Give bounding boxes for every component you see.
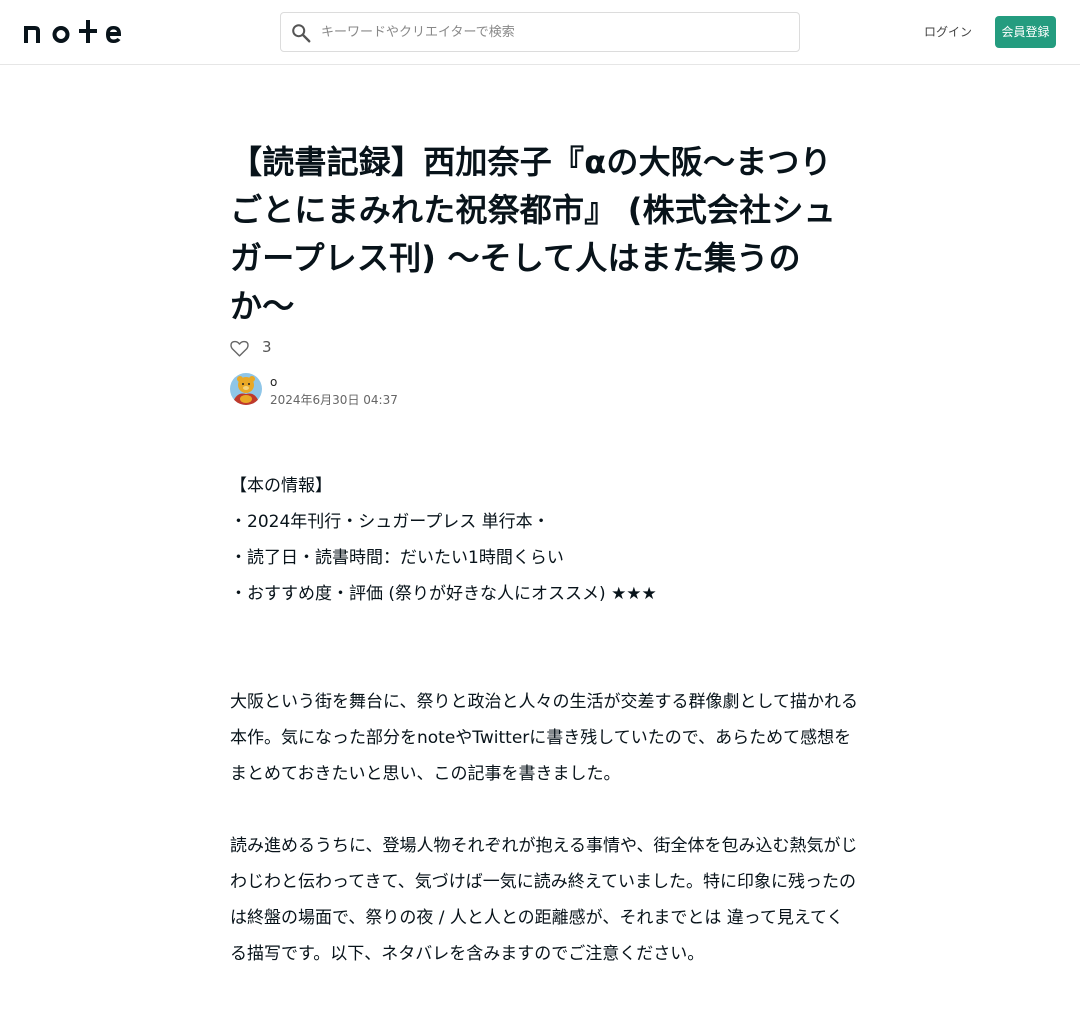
avatar[interactable] [230, 373, 262, 405]
heart-icon[interactable] [230, 340, 249, 357]
paragraph: 読み進めるうちに、登場人物それぞれが抱える事情や、街全体を包み込む熱気がじわじわ… [230, 836, 858, 964]
article-body: 【本の情報】 ・2024年刊行・シュガープレス 単行本・ ・読了日・読書時間：だ… [230, 468, 860, 972]
login-button[interactable]: ログイン [920, 22, 976, 42]
paragraph: 大阪という街を舞台に、祭りと政治と人々の生活が交差する群像劇として描かれる本作。… [230, 692, 858, 784]
article: 【読書記録】西加奈子『αの大阪〜まつりごとにまみれた祝祭都市』 (株式会社シュガ… [230, 138, 860, 972]
article-title: 【読書記録】西加奈子『αの大阪〜まつりごとにまみれた祝祭都市』 (株式会社シュガ… [230, 143, 836, 325]
author-info: o 2024年6月30日 04:37 [230, 373, 860, 413]
intro-line: ・おすすめ度・評価 (祭りが好きな人にオススメ) ★★★ [230, 584, 657, 604]
search-input[interactable] [321, 19, 781, 45]
author-name[interactable]: o [270, 375, 277, 389]
intro-line: ・読了日・読書時間：だいたい1時間くらい [230, 548, 564, 568]
like-count: 3 [262, 338, 272, 356]
signup-button[interactable]: 会員登録 [995, 16, 1056, 48]
publish-date: 2024年6月30日 04:37 [270, 393, 398, 407]
intro-line: ・2024年刊行・シュガープレス 単行本・ [230, 512, 550, 532]
note-logo[interactable] [24, 20, 122, 44]
like-area: 3 [230, 336, 860, 362]
intro-line: 【本の情報】 [230, 476, 332, 496]
search-box[interactable] [280, 12, 800, 52]
site-header: ログイン 会員登録 [0, 0, 1080, 65]
search-icon [292, 24, 311, 43]
